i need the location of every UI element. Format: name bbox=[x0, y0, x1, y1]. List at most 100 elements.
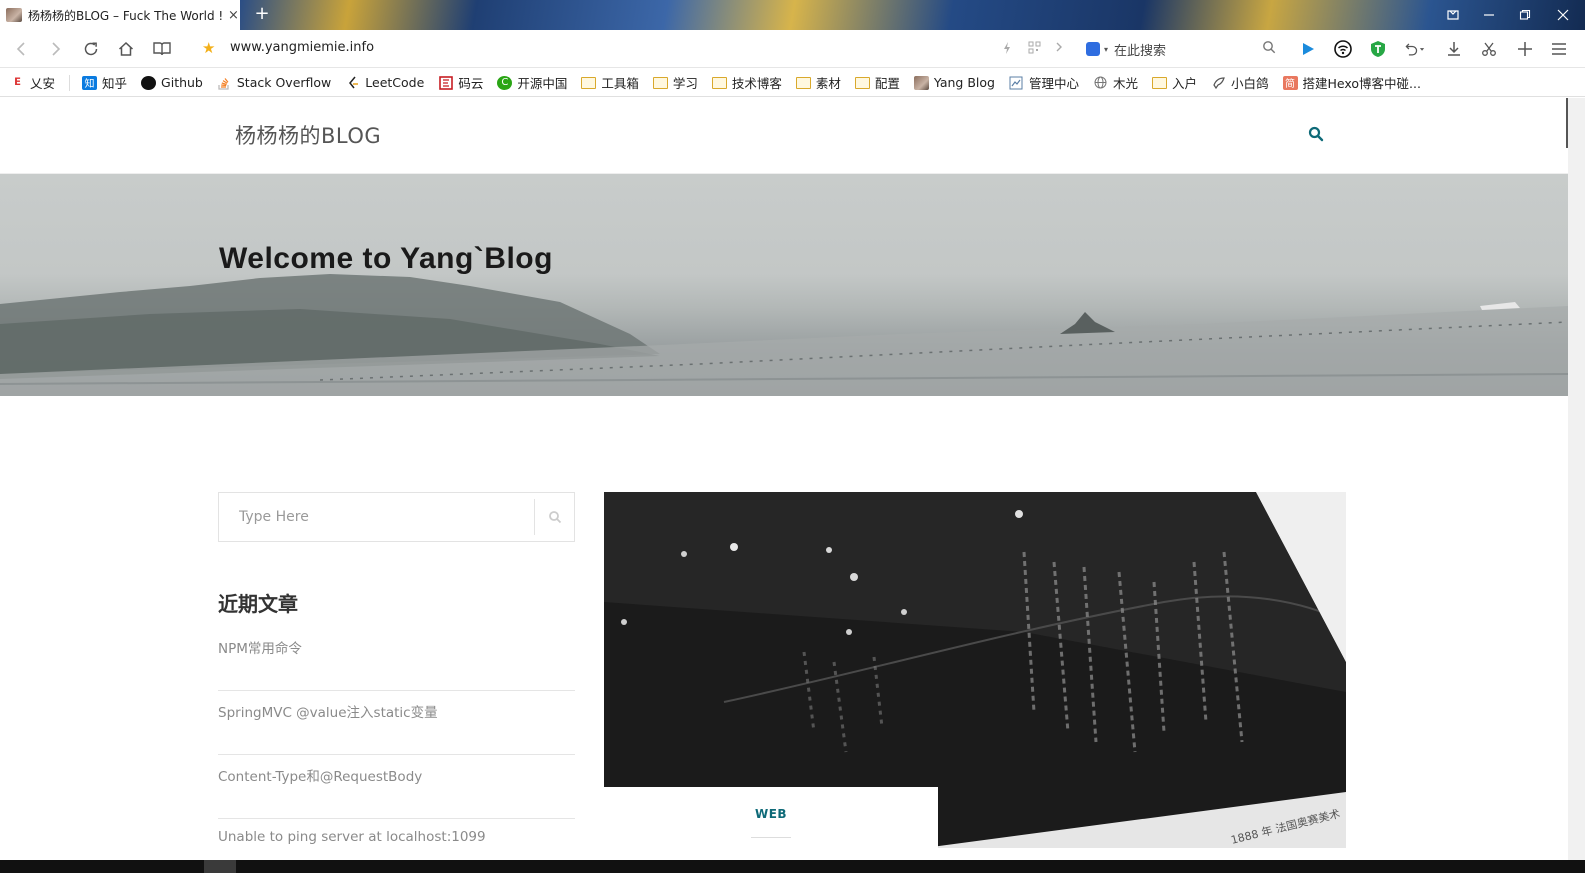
web-page: 杨杨杨的BLOG Welcome to Yang`Blog 近期文章 NPM常用… bbox=[0, 98, 1568, 860]
qr-code-icon[interactable] bbox=[1028, 41, 1041, 57]
sidebar-search-input[interactable] bbox=[219, 493, 534, 541]
scissors-icon[interactable] bbox=[1478, 38, 1500, 60]
bookmark-label: Stack Overflow bbox=[236, 75, 332, 90]
recent-post-link[interactable]: Content-Type和@RequestBody bbox=[218, 755, 575, 819]
jianshu-icon: 简 bbox=[1282, 75, 1298, 90]
recent-posts-list: NPM常用命令 SpringMVC @value注入static变量 Conte… bbox=[218, 637, 575, 860]
add-icon[interactable] bbox=[1514, 38, 1536, 60]
bookmark-xian[interactable]: ⴹ 乂安 bbox=[10, 73, 55, 92]
site-header: 杨杨杨的BLOG bbox=[0, 98, 1568, 174]
download-icon[interactable] bbox=[1443, 38, 1465, 60]
stackoverflow-icon bbox=[217, 76, 232, 90]
new-tab-button[interactable]: + bbox=[252, 4, 272, 24]
reading-view-icon[interactable] bbox=[151, 38, 173, 60]
site-title-link[interactable]: 杨杨杨的BLOG bbox=[235, 120, 381, 150]
bookmark-label: 知乎 bbox=[102, 76, 128, 91]
home-icon[interactable] bbox=[115, 38, 137, 60]
recent-posts-heading: 近期文章 bbox=[218, 592, 298, 616]
bookmark-oschina[interactable]: C 开源中国 bbox=[497, 73, 567, 92]
search-engine-box[interactable]: ▾ 在此搜索 bbox=[1086, 36, 1276, 62]
bookmark-label: Github bbox=[161, 75, 203, 90]
bookmarks-bar: ⴹ 乂安 知 知乎 Github Stack Overflow LeetCode… bbox=[0, 69, 1585, 97]
bookmark-label: 素材 bbox=[815, 76, 841, 91]
gitee-icon bbox=[438, 75, 453, 90]
bookmark-separator bbox=[69, 74, 71, 91]
recent-post-link[interactable]: Unable to ping server at localhost:1099 bbox=[218, 819, 575, 860]
bookmark-label: 配置 bbox=[874, 76, 900, 91]
bookmark-muguang[interactable]: 木光 bbox=[1093, 73, 1138, 92]
reload-icon[interactable] bbox=[80, 38, 102, 60]
hero-seascape-image bbox=[0, 274, 1568, 396]
bookmark-leetcode[interactable]: LeetCode bbox=[345, 75, 424, 90]
address-bar[interactable]: www.yangmiemie.info bbox=[230, 40, 374, 55]
bookmark-star-icon[interactable]: ★ bbox=[202, 39, 215, 57]
browser-status-bar bbox=[0, 860, 1585, 873]
tab-title: 杨杨杨的BLOG – Fuck The World ! bbox=[28, 8, 224, 23]
bookmark-xiaobaige[interactable]: 小白鸽 bbox=[1211, 73, 1269, 92]
page-scrollbar-thumb[interactable] bbox=[1566, 98, 1568, 148]
bookmark-folder-config[interactable]: 配置 bbox=[854, 73, 900, 92]
folder-icon bbox=[652, 76, 668, 89]
baidu-icon[interactable] bbox=[1086, 42, 1100, 56]
folder-icon bbox=[854, 76, 870, 89]
bookmark-folder-techblogs[interactable]: 技术博客 bbox=[711, 73, 782, 92]
undo-icon[interactable] bbox=[1403, 38, 1425, 60]
xian-icon: ⴹ bbox=[14, 77, 21, 88]
sidebar-search-button[interactable] bbox=[534, 499, 574, 535]
search-engine-input[interactable]: 在此搜索 bbox=[1114, 40, 1262, 59]
recent-post-link[interactable]: SpringMVC @value注入static变量 bbox=[218, 691, 575, 755]
chevron-right-icon[interactable] bbox=[1055, 41, 1063, 56]
browser-tab-active[interactable]: 杨杨杨的BLOG – Fuck The World ! × bbox=[0, 0, 240, 30]
bookmark-label: 小白鸽 bbox=[1231, 76, 1269, 91]
bookmark-label: 学习 bbox=[672, 76, 698, 91]
browser-title-bar: 杨杨杨的BLOG – Fuck The World ! × + bbox=[0, 0, 1585, 30]
play-icon[interactable] bbox=[1297, 38, 1319, 60]
menu-icon[interactable] bbox=[1548, 38, 1570, 60]
bookmark-gitee[interactable]: 码云 bbox=[438, 73, 483, 92]
tab-close-icon[interactable]: × bbox=[228, 8, 239, 23]
folder-icon bbox=[581, 76, 597, 89]
search-icon bbox=[548, 511, 561, 524]
engine-dropdown-icon[interactable]: ▾ bbox=[1104, 45, 1108, 54]
bookmark-hexo-article[interactable]: 简 搭建Hexo博客中碰... bbox=[1282, 73, 1421, 92]
bookmark-github[interactable]: Github bbox=[141, 75, 203, 90]
oschina-icon: C bbox=[497, 75, 513, 90]
restore-icon[interactable] bbox=[1508, 0, 1542, 30]
search-icon[interactable] bbox=[1262, 40, 1276, 58]
folder-icon bbox=[711, 76, 727, 89]
bookmark-folder-tools[interactable]: 工具箱 bbox=[581, 73, 639, 92]
sidebar: 近期文章 NPM常用命令 SpringMVC @value注入static变量 … bbox=[218, 492, 575, 860]
close-window-icon[interactable] bbox=[1546, 0, 1580, 30]
bookmark-zhihu[interactable]: 知 知乎 bbox=[82, 73, 127, 92]
sidebar-search-box bbox=[218, 492, 575, 542]
bookmark-yangblog[interactable]: Yang Blog bbox=[913, 75, 995, 90]
post-category-tag[interactable]: WEB bbox=[604, 807, 938, 821]
bookmark-folder-ruhu[interactable]: 入户 bbox=[1152, 73, 1197, 92]
wifi-icon[interactable] bbox=[1332, 38, 1354, 60]
window-menu-icon[interactable] bbox=[1436, 0, 1470, 30]
bookmark-folder-assets[interactable]: 素材 bbox=[795, 73, 841, 92]
bookmark-label: 管理中心 bbox=[1028, 76, 1079, 91]
back-icon[interactable] bbox=[10, 38, 32, 60]
folder-icon bbox=[1152, 76, 1167, 89]
leetcode-icon bbox=[345, 76, 360, 90]
folder-icon bbox=[795, 76, 811, 89]
bookmark-label: 开源中国 bbox=[517, 76, 568, 91]
minimize-icon[interactable] bbox=[1472, 0, 1506, 30]
bookmark-label: 码云 bbox=[458, 76, 484, 91]
bookmark-folder-study[interactable]: 学习 bbox=[652, 73, 698, 92]
bookmark-admin[interactable]: 管理中心 bbox=[1009, 73, 1079, 92]
recent-post-link[interactable]: NPM常用命令 bbox=[218, 637, 575, 691]
lightning-icon[interactable] bbox=[1002, 41, 1012, 58]
status-segment bbox=[204, 860, 236, 873]
post-meta: WEB bbox=[604, 787, 938, 860]
bookmark-label: LeetCode bbox=[365, 75, 425, 90]
site-search-icon[interactable] bbox=[1308, 126, 1324, 142]
hero-title: Welcome to Yang`Blog bbox=[219, 242, 553, 275]
page-scrollbar-track[interactable] bbox=[1568, 98, 1585, 860]
browser-toolbar: ★ www.yangmiemie.info ▾ 在此搜索 bbox=[0, 30, 1585, 68]
forward-icon[interactable] bbox=[45, 38, 67, 60]
bookmark-label: 搭建Hexo博客中碰... bbox=[1302, 76, 1421, 91]
shield-icon[interactable] bbox=[1367, 38, 1389, 60]
bookmark-stackoverflow[interactable]: Stack Overflow bbox=[217, 75, 331, 90]
